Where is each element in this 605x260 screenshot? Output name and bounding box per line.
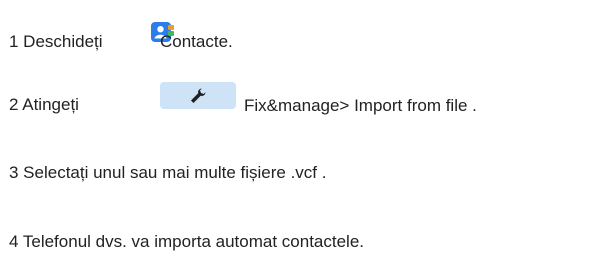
step-1-text: 1 Deschideți	[9, 32, 103, 52]
step-4-text: 4 Telefonul dvs. va importa automat cont…	[9, 232, 364, 251]
step-2-prefix: 2 Atingeți	[9, 95, 79, 114]
fix-manage-button[interactable]	[160, 82, 236, 109]
step-1-prefix: 1 Deschideți	[9, 32, 103, 51]
step-2-suffix: Fix&manage> Import from file .	[244, 96, 477, 115]
wrench-icon	[191, 88, 206, 103]
step-3-text: 3 Selectați unul sau mai multe fișiere .…	[9, 163, 327, 182]
step-1-suffix: Contacte.	[160, 32, 233, 51]
step-2-text: 2 Atingeți	[9, 95, 79, 115]
